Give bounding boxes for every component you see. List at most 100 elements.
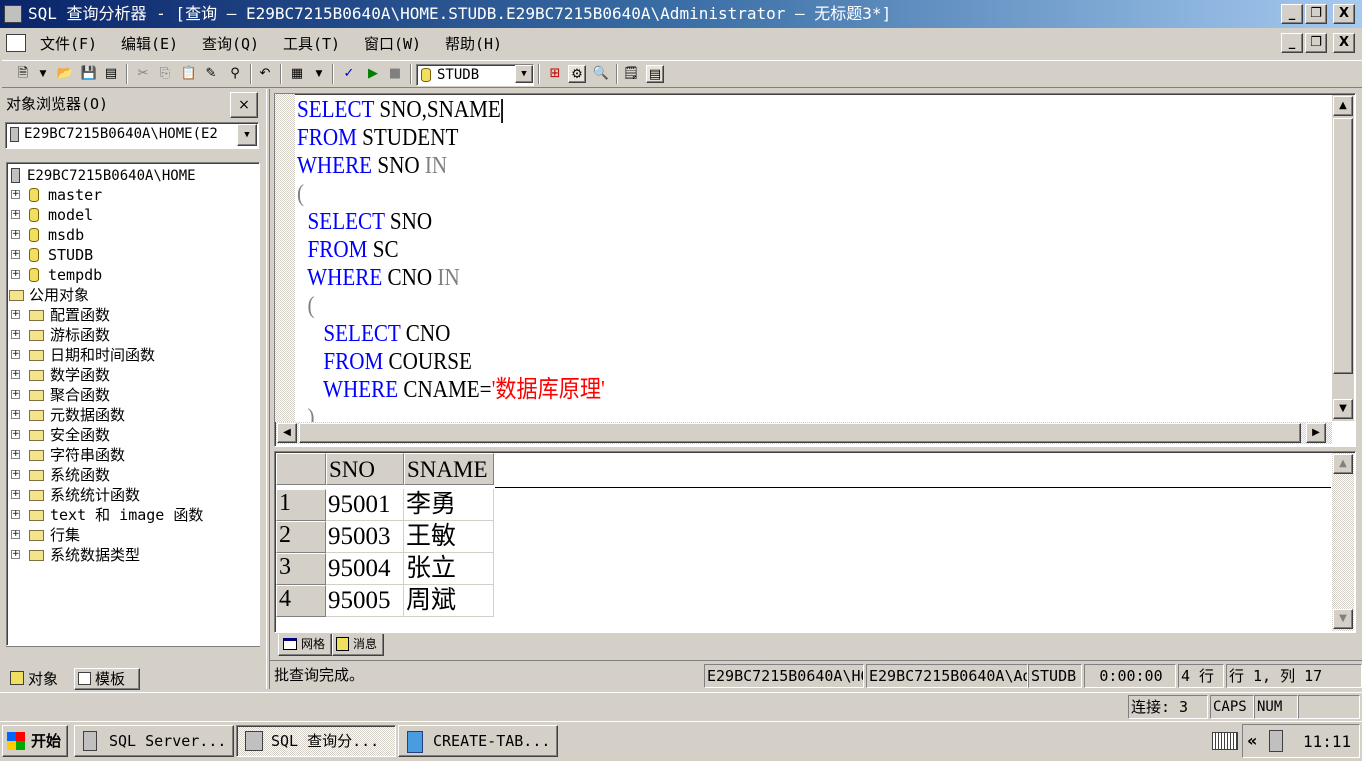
menu-edit[interactable]: 编辑(E) <box>121 30 178 58</box>
child-close-button[interactable]: X <box>1333 33 1355 53</box>
expand-icon[interactable]: + <box>11 530 20 539</box>
chevron-down-icon[interactable]: ▼ <box>237 124 257 146</box>
scroll-up-icon[interactable]: ▲ <box>1333 454 1353 474</box>
scroll-right-icon[interactable]: ▶ <box>1306 423 1326 443</box>
menu-file[interactable]: 文件(F) <box>40 30 97 58</box>
cell-sno[interactable]: 95005 <box>326 585 404 617</box>
execute-icon[interactable]: ▶ <box>364 65 382 83</box>
results-grid[interactable]: SNO SNAME 1 95001 李勇 2 95003 王敏 3 95004 张立 4 95005 周斌… <box>274 451 1356 633</box>
keyboard-icon[interactable] <box>1212 732 1238 750</box>
minimize-button[interactable]: _ <box>1281 4 1303 24</box>
load-script-icon[interactable]: ▤ <box>102 65 120 83</box>
cell-sno[interactable]: 95001 <box>326 489 404 521</box>
column-header-sno[interactable]: SNO <box>326 453 404 485</box>
cell-sno[interactable]: 95003 <box>326 521 404 553</box>
object-browser-close-button[interactable]: × <box>230 92 258 118</box>
start-button[interactable]: 开始 <box>2 725 68 757</box>
expand-icon[interactable]: + <box>11 350 20 359</box>
undo-icon[interactable]: ↶ <box>256 65 274 83</box>
taskbar-button-query-analyzer[interactable]: SQL 查询分... <box>236 725 396 757</box>
cell-sname[interactable]: 周斌 <box>404 585 494 617</box>
tree-common-object[interactable]: + 安全函数 <box>11 425 110 445</box>
menu-window[interactable]: 窗口(W) <box>364 30 421 58</box>
copy-icon[interactable]: ⎘ <box>156 65 174 83</box>
tree-common-object[interactable]: + 元数据函数 <box>11 405 125 425</box>
expand-icon[interactable]: + <box>11 270 20 279</box>
tree-common-object[interactable]: + 字符串函数 <box>11 445 125 465</box>
expand-icon[interactable]: + <box>11 410 20 419</box>
scroll-up-icon[interactable]: ▲ <box>1333 96 1353 116</box>
tree-common-objects[interactable]: 公用对象 <box>9 285 89 305</box>
tab-grid[interactable]: 网格 <box>278 634 332 656</box>
grid-corner[interactable] <box>276 453 326 485</box>
expand-icon[interactable]: + <box>11 490 20 499</box>
tree-database-model[interactable]: + model <box>11 205 93 225</box>
child-minimize-button[interactable]: _ <box>1281 33 1303 53</box>
tree-common-object[interactable]: + 系统统计函数 <box>11 485 140 505</box>
tree-common-object[interactable]: + text 和 image 函数 <box>11 505 203 525</box>
expand-icon[interactable]: + <box>11 510 20 519</box>
results-pane-icon[interactable]: ▤ <box>646 65 664 83</box>
row-header[interactable]: 4 <box>276 585 326 617</box>
row-header[interactable]: 1 <box>276 489 326 521</box>
server-select[interactable]: E29BC7215B0640A\HOME(E2 ▼ <box>5 122 259 149</box>
tree-common-object[interactable]: + 游标函数 <box>11 325 110 345</box>
object-search-icon[interactable]: 🔍 <box>592 65 610 83</box>
tree-database-master[interactable]: + master <box>11 185 102 205</box>
results-mode-icon[interactable]: ▦ <box>288 65 306 83</box>
find-icon[interactable]: ⚲ <box>226 65 244 83</box>
expand-icon[interactable]: + <box>11 310 20 319</box>
paste-icon[interactable]: 📋 <box>180 65 198 83</box>
stop-icon[interactable]: ■ <box>386 65 404 83</box>
edit-icon[interactable]: ✎ <box>202 65 220 83</box>
object-tree[interactable]: E29BC7215B0640A\HOME + master + model + msdb +… <box>6 162 260 646</box>
query-editor[interactable]: SELECT SNO,SNAME FROM STUDENT WHERE SNO IN… <box>274 93 1356 447</box>
save-icon[interactable]: 💾 <box>80 65 98 83</box>
results-vertical-scrollbar[interactable]: ▲ ▼ <box>1332 453 1354 631</box>
tray-expand-icon[interactable]: « <box>1247 731 1257 750</box>
sql-service-icon[interactable] <box>1269 730 1283 752</box>
parse-icon[interactable]: ✓ <box>340 65 358 83</box>
expand-icon[interactable]: + <box>11 230 20 239</box>
tab-objects[interactable]: 对象 <box>8 668 58 690</box>
chevron-down-icon[interactable]: ▼ <box>515 65 533 83</box>
expand-icon[interactable]: + <box>11 470 20 479</box>
menu-tools[interactable]: 工具(T) <box>283 30 340 58</box>
properties-icon[interactable]: 🗒 <box>622 65 640 83</box>
tree-common-object[interactable]: + 日期和时间函数 <box>11 345 155 365</box>
scroll-down-icon[interactable]: ▼ <box>1333 609 1353 629</box>
database-select[interactable]: STUDB ▼ <box>416 64 534 86</box>
expand-icon[interactable]: + <box>11 450 20 459</box>
tree-common-object[interactable]: + 聚合函数 <box>11 385 110 405</box>
tab-messages[interactable]: 消息 <box>332 634 384 656</box>
expand-icon[interactable]: + <box>11 550 20 559</box>
expand-icon[interactable]: + <box>11 430 20 439</box>
expand-icon[interactable]: + <box>11 210 20 219</box>
tree-common-object[interactable]: + 配置函数 <box>11 305 110 325</box>
new-query-icon[interactable]: 🗎 <box>14 65 32 83</box>
tree-root[interactable]: E29BC7215B0640A\HOME <box>11 165 196 185</box>
expand-icon[interactable]: + <box>11 390 20 399</box>
scroll-down-icon[interactable]: ▼ <box>1333 399 1353 419</box>
close-button[interactable]: X <box>1333 4 1355 24</box>
sql-code[interactable]: SELECT SNO,SNAME FROM STUDENT WHERE SNO IN… <box>297 96 605 432</box>
tree-database-msdb[interactable]: + msdb <box>11 225 84 245</box>
cell-sno[interactable]: 95004 <box>326 553 404 585</box>
splitter[interactable] <box>266 89 270 689</box>
tree-database-studb[interactable]: + STUDB <box>11 245 93 265</box>
expand-icon[interactable]: + <box>11 330 20 339</box>
expand-icon[interactable]: + <box>11 190 20 199</box>
cut-icon[interactable]: ✂ <box>134 65 152 83</box>
cell-sname[interactable]: 李勇 <box>404 489 494 521</box>
row-header[interactable]: 3 <box>276 553 326 585</box>
expand-icon[interactable]: + <box>11 370 20 379</box>
hscroll-thumb[interactable] <box>299 423 1301 443</box>
taskbar-button-create-table[interactable]: CREATE-TAB... <box>398 725 558 757</box>
tree-common-object[interactable]: + 系统函数 <box>11 465 110 485</box>
results-mode-dropdown-icon[interactable]: ▼ <box>310 65 328 83</box>
tree-common-object[interactable]: + 系统数据类型 <box>11 545 140 565</box>
open-icon[interactable]: 📂 <box>56 65 74 83</box>
column-header-sname[interactable]: SNAME <box>404 453 494 485</box>
taskbar-button-sql-server[interactable]: SQL Server... <box>74 725 234 757</box>
cell-sname[interactable]: 张立 <box>404 553 494 585</box>
